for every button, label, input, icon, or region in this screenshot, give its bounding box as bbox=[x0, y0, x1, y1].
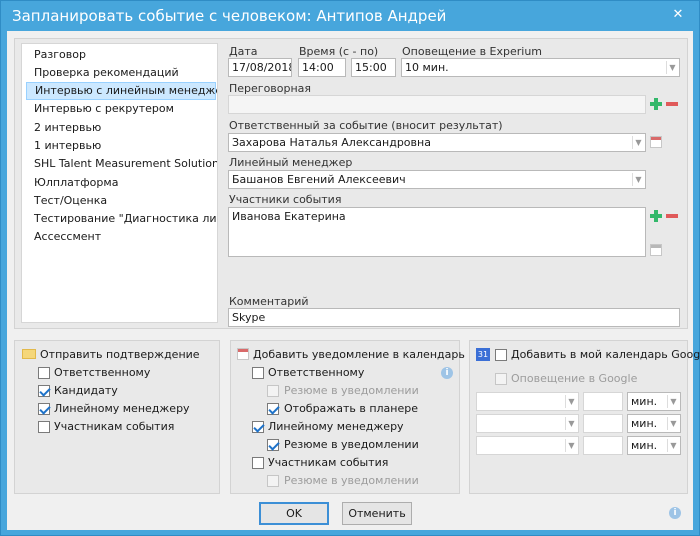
google-amount-field[interactable] bbox=[583, 436, 623, 455]
google-notify-label: Оповещение в Google bbox=[511, 372, 638, 385]
dialog-window: Запланировать событие с человеком: Антип… bbox=[0, 0, 700, 536]
cal-responsible-checkbox[interactable] bbox=[252, 367, 264, 379]
info-icon[interactable]: i bbox=[441, 367, 453, 379]
manager-value: Башанов Евгений Алексеевич bbox=[232, 173, 406, 186]
chevron-down-icon[interactable]: ▼ bbox=[667, 395, 679, 408]
cal-manager-checkbox[interactable] bbox=[252, 421, 264, 433]
calendar-icon[interactable] bbox=[650, 244, 662, 256]
room-field[interactable] bbox=[228, 95, 646, 114]
cancel-button[interactable]: Отменить bbox=[342, 502, 412, 525]
confirm-title: Отправить подтверждение bbox=[40, 348, 200, 361]
add-room-icon[interactable] bbox=[650, 98, 662, 110]
list-item[interactable]: Проверка рекомендаций bbox=[26, 64, 216, 82]
participants-label: Участники события bbox=[229, 193, 342, 206]
calendar-panel bbox=[230, 340, 460, 494]
chevron-down-icon[interactable]: ▼ bbox=[632, 173, 644, 186]
manager-select[interactable]: Башанов Евгений Алексеевич ▼ bbox=[228, 170, 646, 189]
envelope-icon bbox=[22, 349, 36, 359]
google-add-label: Добавить в мой календарь Google bbox=[511, 348, 700, 361]
list-item-selected[interactable]: Интервью с линейным менеджером bbox=[26, 82, 217, 100]
remove-room-icon[interactable] bbox=[666, 102, 678, 106]
google-method-select[interactable]: ▼ bbox=[476, 414, 579, 433]
google-method-select[interactable]: ▼ bbox=[476, 436, 579, 455]
comment-label: Комментарий bbox=[229, 295, 309, 308]
cal-show-planner-label: Отображать в планере bbox=[284, 402, 418, 415]
calendar-icon bbox=[237, 348, 249, 360]
time-label: Время (с - по) bbox=[299, 45, 379, 58]
date-field[interactable]: 17/08/2018 bbox=[228, 58, 292, 77]
google-amount-field[interactable] bbox=[583, 414, 623, 433]
google-notify-checkbox[interactable] bbox=[495, 373, 507, 385]
room-label: Переговорная bbox=[229, 82, 312, 95]
chevron-down-icon[interactable]: ▼ bbox=[666, 61, 678, 74]
chevron-down-icon[interactable]: ▼ bbox=[565, 439, 577, 452]
date-label: Дата bbox=[229, 45, 258, 58]
responsible-value: Захарова Наталья Александровна bbox=[232, 136, 431, 149]
google-unit-value: мин. bbox=[631, 439, 658, 452]
participants-field[interactable]: Иванова Екатерина bbox=[228, 207, 646, 257]
confirm-candidate-checkbox[interactable] bbox=[38, 385, 50, 397]
chevron-down-icon[interactable]: ▼ bbox=[667, 417, 679, 430]
list-item[interactable]: Тестирование "Диагностика лидерства" bbox=[26, 210, 217, 228]
calendar-title: Добавить уведомление в календарь bbox=[253, 348, 465, 361]
list-item[interactable]: SHL Talent Measurement Solutions bbox=[26, 155, 217, 173]
confirm-responsible-checkbox[interactable] bbox=[38, 367, 50, 379]
confirm-manager-checkbox[interactable] bbox=[38, 403, 50, 415]
chevron-down-icon[interactable]: ▼ bbox=[667, 439, 679, 452]
chevron-down-icon[interactable]: ▼ bbox=[565, 395, 577, 408]
responsible-label: Ответственный за событие (вносит результ… bbox=[229, 119, 503, 132]
cal-responsible-label: Ответственному bbox=[268, 366, 365, 379]
cal-resume2-checkbox[interactable] bbox=[267, 439, 279, 451]
google-unit-value: мин. bbox=[631, 417, 658, 430]
cal-show-planner-checkbox[interactable] bbox=[267, 403, 279, 415]
time-to-field[interactable]: 15:00 bbox=[351, 58, 396, 77]
manager-label: Линейный менеджер bbox=[229, 156, 353, 169]
comment-field[interactable]: Skype bbox=[228, 308, 680, 327]
confirm-candidate-label: Кандидату bbox=[54, 384, 118, 397]
cal-participants-checkbox[interactable] bbox=[252, 457, 264, 469]
cal-resume1-checkbox[interactable] bbox=[267, 385, 279, 397]
google-amount-field[interactable] bbox=[583, 392, 623, 411]
ok-button[interactable]: OK bbox=[259, 502, 329, 525]
notify-select[interactable]: 10 мин. ▼ bbox=[401, 58, 680, 77]
list-item[interactable]: Ассессмент bbox=[26, 228, 216, 246]
confirm-panel bbox=[14, 340, 220, 494]
notify-value: 10 мин. bbox=[405, 61, 449, 74]
cal-manager-label: Линейному менеджеру bbox=[268, 420, 404, 433]
time-from-field[interactable]: 14:00 bbox=[298, 58, 346, 77]
list-item[interactable]: Разговор bbox=[26, 46, 216, 64]
cal-resume3-checkbox[interactable] bbox=[267, 475, 279, 487]
cal-resume1-label: Резюме в уведомлении bbox=[284, 384, 419, 397]
google-add-checkbox[interactable] bbox=[495, 349, 507, 361]
google-unit-select[interactable]: мин. ▼ bbox=[627, 414, 681, 433]
confirm-manager-label: Линейному менеджеру bbox=[54, 402, 190, 415]
calendar-icon[interactable] bbox=[650, 136, 662, 148]
list-item[interactable]: 2 интервью bbox=[26, 119, 216, 137]
cal-resume2-label: Резюме в уведомлении bbox=[284, 438, 419, 451]
chevron-down-icon[interactable]: ▼ bbox=[632, 136, 644, 149]
list-item[interactable]: 1 интервью bbox=[26, 137, 216, 155]
add-participant-icon[interactable] bbox=[650, 210, 662, 222]
help-info-icon[interactable]: i bbox=[669, 507, 681, 519]
chevron-down-icon[interactable]: ▼ bbox=[565, 417, 577, 430]
remove-participant-icon[interactable] bbox=[666, 214, 678, 218]
event-type-list: Разговор Проверка рекомендаций Интервью … bbox=[21, 43, 218, 323]
responsible-select[interactable]: Захарова Наталья Александровна ▼ bbox=[228, 133, 646, 152]
list-item[interactable]: Юлплатформа bbox=[26, 174, 216, 192]
cal-resume3-label: Резюме в уведомлении bbox=[284, 474, 419, 487]
google-unit-value: мин. bbox=[631, 395, 658, 408]
confirm-participants-checkbox[interactable] bbox=[38, 421, 50, 433]
confirm-participants-label: Участникам события bbox=[54, 420, 175, 433]
notify-label: Оповещение в Experium bbox=[402, 45, 543, 58]
google-method-select[interactable]: ▼ bbox=[476, 392, 579, 411]
google-unit-select[interactable]: мин. ▼ bbox=[627, 436, 681, 455]
window-title: Запланировать событие с человеком: Антип… bbox=[12, 7, 447, 25]
google-unit-select[interactable]: мин. ▼ bbox=[627, 392, 681, 411]
google-calendar-icon: 31 bbox=[476, 348, 490, 361]
confirm-responsible-label: Ответственному bbox=[54, 366, 151, 379]
list-item[interactable]: Тест/Оценка bbox=[26, 192, 216, 210]
close-icon[interactable]: ✕ bbox=[665, 5, 691, 25]
list-item[interactable]: Интервью с рекрутером bbox=[26, 100, 216, 118]
cal-participants-label: Участникам события bbox=[268, 456, 389, 469]
